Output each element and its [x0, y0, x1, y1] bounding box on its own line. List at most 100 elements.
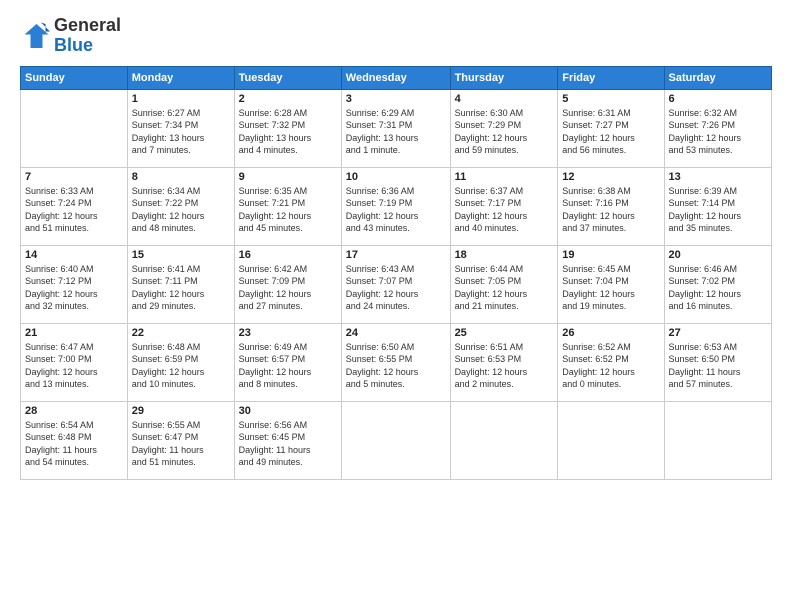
calendar-cell: 13 Sunrise: 6:39 AM Sunset: 7:14 PM Dayli… — [664, 167, 771, 245]
calendar-body: 1 Sunrise: 6:27 AM Sunset: 7:34 PM Daylig… — [21, 89, 772, 479]
calendar-cell: 12 Sunrise: 6:38 AM Sunset: 7:16 PM Dayli… — [558, 167, 664, 245]
day-info: Sunrise: 6:41 AM Sunset: 7:11 PM Dayligh… — [132, 263, 230, 313]
day-info: Sunrise: 6:51 AM Sunset: 6:53 PM Dayligh… — [455, 341, 554, 391]
calendar-week-5: 28 Sunrise: 6:54 AM Sunset: 6:48 PM Dayli… — [21, 401, 772, 479]
weekday-header-monday: Monday — [127, 66, 234, 89]
day-info: Sunrise: 6:48 AM Sunset: 6:59 PM Dayligh… — [132, 341, 230, 391]
day-number: 20 — [669, 249, 767, 261]
calendar-cell — [450, 401, 558, 479]
day-info: Sunrise: 6:28 AM Sunset: 7:32 PM Dayligh… — [239, 107, 337, 157]
calendar-cell: 30 Sunrise: 6:56 AM Sunset: 6:45 PM Dayli… — [234, 401, 341, 479]
calendar-cell: 23 Sunrise: 6:49 AM Sunset: 6:57 PM Dayli… — [234, 323, 341, 401]
day-info: Sunrise: 6:45 AM Sunset: 7:04 PM Dayligh… — [562, 263, 659, 313]
calendar-cell: 21 Sunrise: 6:47 AM Sunset: 7:00 PM Dayli… — [21, 323, 128, 401]
calendar-cell — [558, 401, 664, 479]
day-number: 12 — [562, 171, 659, 183]
day-number: 6 — [669, 93, 767, 105]
day-number: 3 — [346, 93, 446, 105]
day-number: 9 — [239, 171, 337, 183]
calendar-cell: 28 Sunrise: 6:54 AM Sunset: 6:48 PM Dayli… — [21, 401, 128, 479]
weekday-header-saturday: Saturday — [664, 66, 771, 89]
calendar-cell: 11Sunrise: 6:37 AM Sunset: 7:17 PM Dayli… — [450, 167, 558, 245]
day-number: 22 — [132, 327, 230, 339]
calendar-cell — [664, 401, 771, 479]
calendar-cell: 4 Sunrise: 6:30 AM Sunset: 7:29 PM Daylig… — [450, 89, 558, 167]
day-number: 18 — [455, 249, 554, 261]
day-number: 15 — [132, 249, 230, 261]
calendar-cell: 7 Sunrise: 6:33 AM Sunset: 7:24 PM Daylig… — [21, 167, 128, 245]
day-number: 25 — [455, 327, 554, 339]
day-number: 27 — [669, 327, 767, 339]
calendar-cell: 16 Sunrise: 6:42 AM Sunset: 7:09 PM Dayli… — [234, 245, 341, 323]
day-info: Sunrise: 6:53 AM Sunset: 6:50 PM Dayligh… — [669, 341, 767, 391]
day-number: 28 — [25, 405, 123, 417]
day-info: Sunrise: 6:40 AM Sunset: 7:12 PM Dayligh… — [25, 263, 123, 313]
day-info: Sunrise: 6:37 AM Sunset: 7:17 PM Dayligh… — [455, 185, 554, 235]
calendar-cell: 19 Sunrise: 6:45 AM Sunset: 7:04 PM Dayli… — [558, 245, 664, 323]
calendar-cell: 24 Sunrise: 6:50 AM Sunset: 6:55 PM Dayli… — [341, 323, 450, 401]
calendar-cell: 22 Sunrise: 6:48 AM Sunset: 6:59 PM Dayli… — [127, 323, 234, 401]
day-info: Sunrise: 6:39 AM Sunset: 7:14 PM Dayligh… — [669, 185, 767, 235]
day-info: Sunrise: 6:44 AM Sunset: 7:05 PM Dayligh… — [455, 263, 554, 313]
day-info: Sunrise: 6:47 AM Sunset: 7:00 PM Dayligh… — [25, 341, 123, 391]
day-info: Sunrise: 6:54 AM Sunset: 6:48 PM Dayligh… — [25, 419, 123, 469]
calendar-week-4: 21 Sunrise: 6:47 AM Sunset: 7:00 PM Dayli… — [21, 323, 772, 401]
day-number: 23 — [239, 327, 337, 339]
calendar-cell: 27 Sunrise: 6:53 AM Sunset: 6:50 PM Dayli… — [664, 323, 771, 401]
calendar-week-3: 14Sunrise: 6:40 AM Sunset: 7:12 PM Dayli… — [21, 245, 772, 323]
day-number: 2 — [239, 93, 337, 105]
day-number: 24 — [346, 327, 446, 339]
calendar-cell: 26Sunrise: 6:52 AM Sunset: 6:52 PM Dayli… — [558, 323, 664, 401]
weekday-header-tuesday: Tuesday — [234, 66, 341, 89]
logo: General Blue — [20, 16, 121, 56]
day-number: 1 — [132, 93, 230, 105]
day-info: Sunrise: 6:38 AM Sunset: 7:16 PM Dayligh… — [562, 185, 659, 235]
logo-icon — [20, 21, 50, 51]
day-number: 29 — [132, 405, 230, 417]
calendar-cell — [341, 401, 450, 479]
weekday-header-sunday: Sunday — [21, 66, 128, 89]
calendar-cell: 20 Sunrise: 6:46 AM Sunset: 7:02 PM Dayli… — [664, 245, 771, 323]
day-number: 17 — [346, 249, 446, 261]
day-info: Sunrise: 6:50 AM Sunset: 6:55 PM Dayligh… — [346, 341, 446, 391]
day-info: Sunrise: 6:31 AM Sunset: 7:27 PM Dayligh… — [562, 107, 659, 157]
day-info: Sunrise: 6:27 AM Sunset: 7:34 PM Dayligh… — [132, 107, 230, 157]
calendar-cell: 5 Sunrise: 6:31 AM Sunset: 7:27 PM Daylig… — [558, 89, 664, 167]
calendar-cell — [21, 89, 128, 167]
logo-text: General Blue — [54, 16, 121, 56]
calendar-week-2: 7 Sunrise: 6:33 AM Sunset: 7:24 PM Daylig… — [21, 167, 772, 245]
day-info: Sunrise: 6:43 AM Sunset: 7:07 PM Dayligh… — [346, 263, 446, 313]
weekday-header-friday: Friday — [558, 66, 664, 89]
calendar-cell: 25 Sunrise: 6:51 AM Sunset: 6:53 PM Dayli… — [450, 323, 558, 401]
day-info: Sunrise: 6:55 AM Sunset: 6:47 PM Dayligh… — [132, 419, 230, 469]
day-info: Sunrise: 6:35 AM Sunset: 7:21 PM Dayligh… — [239, 185, 337, 235]
day-info: Sunrise: 6:33 AM Sunset: 7:24 PM Dayligh… — [25, 185, 123, 235]
calendar-cell: 17 Sunrise: 6:43 AM Sunset: 7:07 PM Dayli… — [341, 245, 450, 323]
day-number: 7 — [25, 171, 123, 183]
day-number: 4 — [455, 93, 554, 105]
day-info: Sunrise: 6:46 AM Sunset: 7:02 PM Dayligh… — [669, 263, 767, 313]
calendar-cell: 9 Sunrise: 6:35 AM Sunset: 7:21 PM Daylig… — [234, 167, 341, 245]
calendar-cell: 8Sunrise: 6:34 AM Sunset: 7:22 PM Daylig… — [127, 167, 234, 245]
calendar-table: SundayMondayTuesdayWednesdayThursdayFrid… — [20, 66, 772, 480]
day-info: Sunrise: 6:49 AM Sunset: 6:57 PM Dayligh… — [239, 341, 337, 391]
day-number: 21 — [25, 327, 123, 339]
calendar-header-row: SundayMondayTuesdayWednesdayThursdayFrid… — [21, 66, 772, 89]
day-number: 8 — [132, 171, 230, 183]
calendar-week-1: 1 Sunrise: 6:27 AM Sunset: 7:34 PM Daylig… — [21, 89, 772, 167]
day-number: 16 — [239, 249, 337, 261]
day-number: 19 — [562, 249, 659, 261]
day-number: 10 — [346, 171, 446, 183]
day-info: Sunrise: 6:29 AM Sunset: 7:31 PM Dayligh… — [346, 107, 446, 157]
day-info: Sunrise: 6:56 AM Sunset: 6:45 PM Dayligh… — [239, 419, 337, 469]
calendar-cell: 14Sunrise: 6:40 AM Sunset: 7:12 PM Dayli… — [21, 245, 128, 323]
day-info: Sunrise: 6:30 AM Sunset: 7:29 PM Dayligh… — [455, 107, 554, 157]
day-number: 30 — [239, 405, 337, 417]
page: General Blue SundayMondayTuesdayWednesda… — [0, 0, 792, 612]
day-info: Sunrise: 6:52 AM Sunset: 6:52 PM Dayligh… — [562, 341, 659, 391]
day-info: Sunrise: 6:42 AM Sunset: 7:09 PM Dayligh… — [239, 263, 337, 313]
day-number: 5 — [562, 93, 659, 105]
calendar-cell: 15 Sunrise: 6:41 AM Sunset: 7:11 PM Dayli… — [127, 245, 234, 323]
day-number: 13 — [669, 171, 767, 183]
calendar-cell: 18 Sunrise: 6:44 AM Sunset: 7:05 PM Dayli… — [450, 245, 558, 323]
